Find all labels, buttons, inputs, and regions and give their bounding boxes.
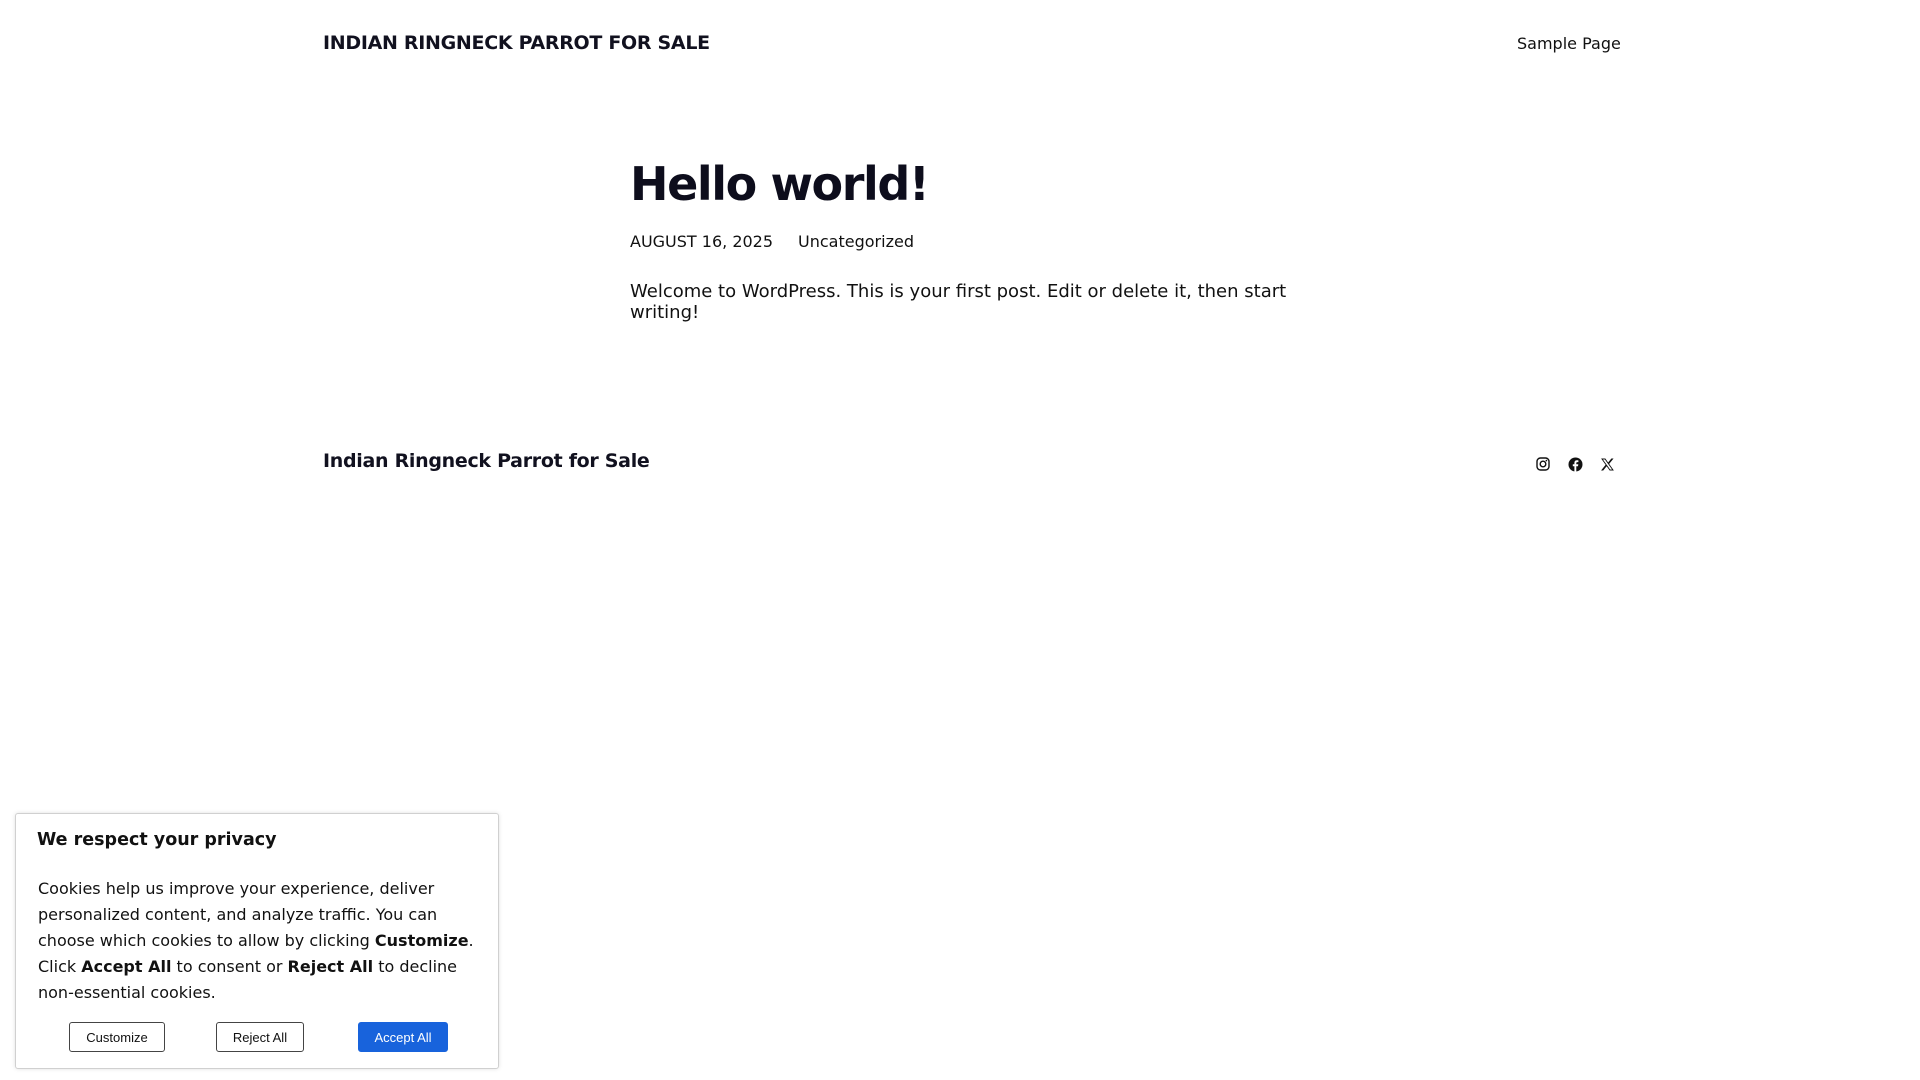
post-meta: AUGUST 16, 2025 Uncategorized [630, 232, 1330, 251]
cookie-banner-text: Cookies help us improve your experience,… [38, 876, 488, 1006]
post-date: AUGUST 16, 2025 [630, 232, 774, 251]
cookie-text-customize: Customize [374, 931, 469, 950]
social-links [1533, 454, 1617, 474]
post: Hello world! AUGUST 16, 2025 Uncategoriz… [630, 150, 1330, 323]
site-title[interactable]: INDIAN RINGNECK PARROT FOR SALE [323, 32, 710, 54]
post-title: Hello world! [630, 157, 930, 211]
cookie-text-part: to consent or [171, 957, 288, 976]
cookie-text-accept: Accept All [81, 957, 172, 976]
site-footer: Indian Ringneck Parrot for Sale [0, 440, 1920, 490]
facebook-icon[interactable] [1565, 454, 1585, 474]
reject-all-button[interactable]: Reject All [216, 1022, 304, 1052]
post-category-link[interactable]: Uncategorized [798, 232, 914, 251]
cookie-consent-banner: We respect your privacy Cookies help us … [15, 813, 499, 1069]
accept-all-button[interactable]: Accept All [358, 1022, 448, 1052]
cookie-text-reject: Reject All [287, 957, 374, 976]
nav-item-sample-page[interactable]: Sample Page [1517, 34, 1621, 53]
site-header: INDIAN RINGNECK PARROT FOR SALE Sample P… [0, 0, 1920, 90]
post-content: Welcome to WordPress. This is your first… [630, 281, 1287, 323]
customize-button[interactable]: Customize [69, 1022, 165, 1052]
x-icon[interactable] [1597, 454, 1617, 474]
instagram-icon[interactable] [1533, 454, 1553, 474]
cookie-banner-title: We respect your privacy [37, 830, 277, 850]
footer-site-title[interactable]: Indian Ringneck Parrot for Sale [323, 450, 650, 472]
